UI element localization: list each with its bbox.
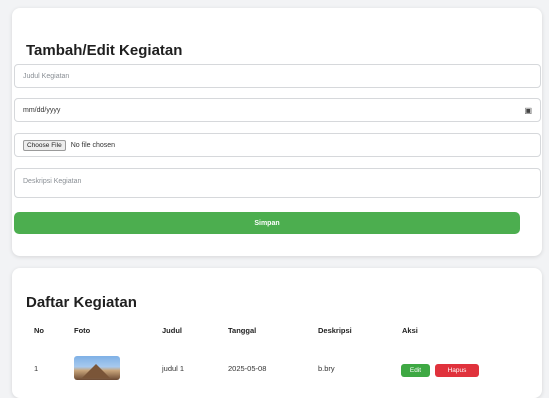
col-judul: Judul: [162, 326, 182, 335]
deskripsi-input[interactable]: Deskripsi Kegiatan: [14, 168, 541, 198]
col-deskripsi: Deskripsi: [318, 326, 352, 335]
file-status: No file chosen: [70, 141, 116, 149]
foto-file-input[interactable]: Choose File No file chosen: [14, 133, 541, 157]
col-foto: Foto: [74, 326, 91, 335]
row-no: 1: [34, 364, 39, 373]
row-tanggal: 2025-05-08: [228, 364, 267, 373]
edit-button[interactable]: Edit: [401, 364, 430, 377]
tanggal-value: mm/dd/yyyy: [23, 106, 61, 114]
col-aksi: Aksi: [402, 326, 418, 335]
judul-placeholder: Judul Kegiatan: [23, 72, 70, 80]
hapus-button[interactable]: Hapus: [435, 364, 479, 377]
calendar-icon[interactable]: ▣: [524, 106, 532, 115]
row-judul: judul 1: [162, 364, 185, 373]
simpan-button[interactable]: Simpan: [14, 212, 520, 234]
deskripsi-placeholder: Deskripsi Kegiatan: [23, 178, 82, 185]
row-deskripsi: b.bry: [318, 364, 335, 373]
form-title: Tambah/Edit Kegiatan: [26, 42, 183, 59]
judul-input[interactable]: Judul Kegiatan: [14, 64, 541, 88]
tanggal-input[interactable]: mm/dd/yyyy ▣: [14, 98, 541, 122]
list-card: Daftar Kegiatan No Foto Judul Tanggal De…: [12, 268, 542, 398]
table-header: No Foto Judul Tanggal Deskripsi Aksi: [12, 326, 542, 342]
list-title: Daftar Kegiatan: [26, 294, 137, 311]
col-tanggal: Tanggal: [228, 326, 257, 335]
choose-file-button[interactable]: Choose File: [23, 139, 66, 151]
col-no: No: [34, 326, 44, 335]
